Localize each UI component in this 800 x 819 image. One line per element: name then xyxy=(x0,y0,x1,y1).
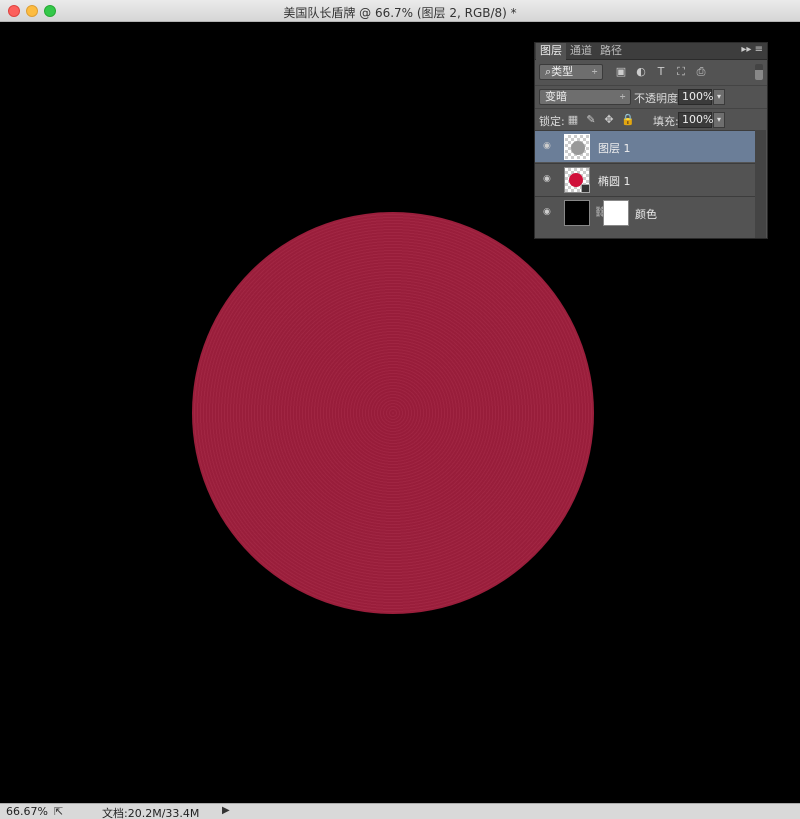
blend-arrow: ÷ xyxy=(619,92,626,101)
panel-menu-icon[interactable]: ▸▸ ≡ xyxy=(741,44,763,55)
layer-row-ellipse1[interactable]: ◉ 椭圆 1 xyxy=(535,163,755,195)
blend-mode-label: 变暗 xyxy=(545,90,567,103)
opacity-input[interactable]: 100% xyxy=(678,89,713,105)
layer-row-layer1[interactable]: ◉ 图层 1 xyxy=(535,130,755,162)
opacity-dropdown[interactable]: ▾ xyxy=(713,89,725,105)
status-bar: 66.67% ⇱ 文档:20.2M/33.4M ▶ xyxy=(0,803,800,819)
shape-filter-icon[interactable]: ⛶ xyxy=(675,66,687,78)
panel-tabs: 图层 通道 路径 ▸▸ ≡ xyxy=(535,43,767,60)
gray-disc-thumb xyxy=(571,141,585,155)
layer-filter-row: ⌕类型 ÷ ▣ ◐ T ⛶ ⎙ xyxy=(535,61,767,85)
lock-label: 锁定: xyxy=(539,115,565,128)
layer-row-color[interactable]: ◉ ⛓ 颜色 xyxy=(535,196,755,228)
tab-layers[interactable]: 图层 xyxy=(536,43,566,60)
share-icon[interactable]: ⇱ xyxy=(54,805,63,818)
layer-list: ◉ 图层 1 ◉ 椭圆 1 ◉ ⛓ 颜色 xyxy=(535,130,755,238)
zoom-level[interactable]: 66.67% xyxy=(6,805,48,818)
layer-name[interactable]: 颜色 xyxy=(635,206,657,222)
filter-toggle-switch[interactable] xyxy=(755,64,763,80)
lock-position-icon[interactable]: ✥ xyxy=(603,114,615,126)
red-circle-shape xyxy=(192,212,594,614)
fill-input[interactable]: 100% xyxy=(678,112,713,128)
lock-transparent-icon[interactable]: ▦ xyxy=(567,114,579,126)
lock-all-icon[interactable]: 🔒 xyxy=(621,114,635,126)
smart-object-filter-icon[interactable]: ⎙ xyxy=(695,66,707,78)
filter-arrow: ÷ xyxy=(591,67,598,76)
layer-mask-thumbnail[interactable] xyxy=(603,200,629,226)
shape-layer-badge-icon xyxy=(581,184,590,193)
opacity-label: 不透明度: xyxy=(634,92,682,105)
title-bar: 美国队长盾牌 @ 66.7% (图层 2, RGB/8) * xyxy=(0,0,800,22)
visibility-eye-icon[interactable]: ◉ xyxy=(543,175,553,184)
lock-row: 锁定: ▦ ✎ ✥ 🔒 填充: 100% ▾ xyxy=(535,108,767,130)
visibility-eye-icon[interactable]: ◉ xyxy=(543,208,553,217)
blend-mode-select[interactable]: 变暗 ÷ xyxy=(539,89,631,105)
filter-type-label: ⌕类型 xyxy=(545,65,574,78)
lock-image-icon[interactable]: ✎ xyxy=(585,114,597,126)
fill-label: 填充: xyxy=(653,115,679,128)
filter-type-select[interactable]: ⌕类型 ÷ xyxy=(539,64,603,80)
adjustment-filter-icon[interactable]: ◐ xyxy=(635,66,647,78)
color-fill-thumbnail xyxy=(564,200,590,226)
fill-dropdown[interactable]: ▾ xyxy=(713,112,725,128)
status-menu-arrow-icon[interactable]: ▶ xyxy=(222,805,230,816)
layer-list-scrollbar[interactable] xyxy=(755,130,766,238)
layer-name[interactable]: 图层 1 xyxy=(598,140,631,156)
window-title: 美国队长盾牌 @ 66.7% (图层 2, RGB/8) * xyxy=(283,6,517,20)
layers-panel: 图层 通道 路径 ▸▸ ≡ ⌕类型 ÷ ▣ ◐ T ⛶ ⎙ 变暗 ÷ 不透明度:… xyxy=(534,42,768,239)
blend-row: 变暗 ÷ 不透明度: 100% ▾ xyxy=(535,85,767,107)
document-size-info: 文档:20.2M/33.4M xyxy=(102,807,200,819)
pixel-filter-icon[interactable]: ▣ xyxy=(615,66,627,78)
tab-paths[interactable]: 路径 xyxy=(596,43,626,60)
tab-channels[interactable]: 通道 xyxy=(566,43,596,60)
text-filter-icon[interactable]: T xyxy=(655,66,667,78)
visibility-eye-icon[interactable]: ◉ xyxy=(543,142,553,151)
layer-thumbnail xyxy=(564,134,590,160)
layer-name[interactable]: 椭圆 1 xyxy=(598,173,631,189)
